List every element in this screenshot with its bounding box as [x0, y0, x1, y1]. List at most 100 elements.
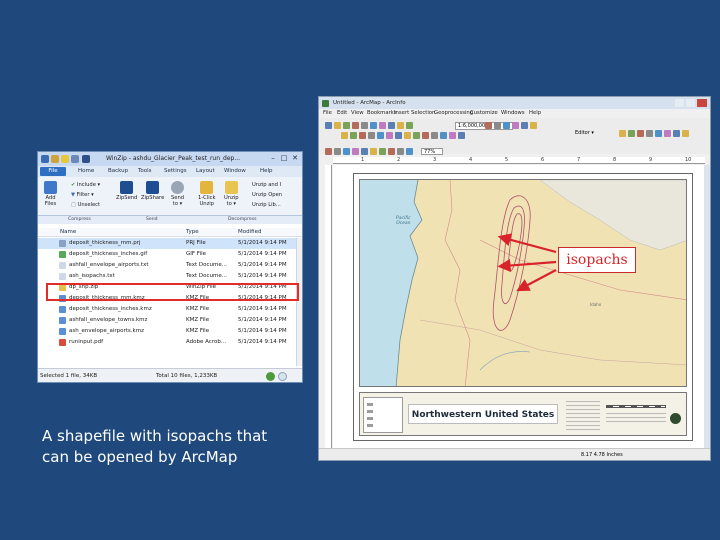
editor-tool-icon[interactable]	[646, 130, 653, 137]
unzip-install-button[interactable]: Unzip and I	[252, 182, 281, 188]
toolbar-button-icon[interactable]	[334, 122, 341, 129]
zip-send-button[interactable]: ZipSend	[116, 181, 137, 201]
table-row[interactable]: ash_envelope_airports.kmz KMZ File 5/1/201…	[38, 326, 302, 337]
layout-tool-icon[interactable]	[388, 148, 395, 155]
toolbar-button-icon[interactable]	[413, 132, 420, 139]
toolbar-button-icon[interactable]	[386, 132, 393, 139]
layout-tool-icon[interactable]	[370, 148, 377, 155]
editor-tool-icon[interactable]	[628, 130, 635, 137]
layout-tool-icon[interactable]	[343, 148, 350, 155]
column-name[interactable]: Name	[60, 228, 160, 237]
menu-view[interactable]: View	[351, 109, 364, 118]
menu-customize[interactable]: Customize	[470, 109, 498, 118]
save-icon[interactable]	[71, 155, 79, 163]
editor-tool-icon[interactable]	[682, 130, 689, 137]
new-zip-icon[interactable]	[61, 155, 69, 163]
toolbar-button-icon[interactable]	[350, 132, 357, 139]
editor-menu[interactable]: Editor ▾	[575, 130, 594, 136]
toolbar-button-icon[interactable]	[341, 132, 348, 139]
table-row[interactable]: deposit_thickness_inches.kmz KMZ File 5/1/…	[38, 304, 302, 315]
layout-tool-icon[interactable]	[334, 148, 341, 155]
toolbar-button-icon[interactable]	[440, 132, 447, 139]
toolbar-button-icon[interactable]	[404, 132, 411, 139]
one-click-unzip-button[interactable]: 1-Click Unzip	[198, 181, 216, 207]
arcmap-side-panel[interactable]	[704, 165, 710, 448]
unzip-lib-button[interactable]: Unzip Lib...	[252, 202, 281, 208]
include-button[interactable]: ✔ Include ▾	[71, 182, 100, 188]
toolbar-button-icon[interactable]	[512, 122, 519, 129]
zip-z-icon[interactable]	[82, 155, 90, 163]
tab-tools[interactable]: Tools	[138, 166, 152, 177]
toolbar-button-icon[interactable]	[395, 132, 402, 139]
layout-tool-icon[interactable]	[325, 148, 332, 155]
menu-edit[interactable]: Edit	[337, 109, 347, 118]
tab-help[interactable]: Help	[260, 166, 273, 177]
layout-tool-icon[interactable]	[406, 148, 413, 155]
toolbar-button-icon[interactable]	[377, 132, 384, 139]
toolbar-button-icon[interactable]	[352, 122, 359, 129]
menu-help[interactable]: Help	[529, 109, 541, 118]
toolbar-button-icon[interactable]	[368, 132, 375, 139]
toolbar-button-icon[interactable]	[431, 132, 438, 139]
menu-bookmarks[interactable]: Bookmarks	[367, 109, 397, 118]
toolbar-button-icon[interactable]	[521, 122, 528, 129]
toolbar-button-icon[interactable]	[406, 122, 413, 129]
table-row[interactable]: ash_isopachs.txt Text Docume... 5/1/2014 9…	[38, 271, 302, 282]
column-type[interactable]: Type	[186, 228, 226, 237]
menu-insert[interactable]: Insert	[394, 109, 409, 118]
tab-home[interactable]: Home	[78, 166, 94, 177]
toolbar-button-icon[interactable]	[379, 122, 386, 129]
menu-windows[interactable]: Windows	[501, 109, 525, 118]
minimize-button[interactable]: –	[268, 154, 278, 163]
arcmap-minimize-button[interactable]	[675, 99, 684, 107]
toolbar-button-icon[interactable]	[485, 122, 492, 129]
toolbar-button-icon[interactable]	[503, 122, 510, 129]
arcmap-close-button[interactable]	[697, 99, 707, 107]
filter-button[interactable]: ▼ Filter ▾	[71, 192, 94, 198]
table-row[interactable]: ashfall_envelope_towns.kmz KMZ File 5/1/20…	[38, 315, 302, 326]
close-button[interactable]: ✕	[290, 154, 300, 163]
toolbar-button-icon[interactable]	[449, 132, 456, 139]
editor-tool-icon[interactable]	[673, 130, 680, 137]
unzip-open-button[interactable]: Unzip Open	[252, 192, 282, 198]
toolbar-button-icon[interactable]	[494, 122, 501, 129]
tab-window[interactable]: Window	[224, 166, 246, 177]
tab-backup[interactable]: Backup	[108, 166, 128, 177]
menu-selection[interactable]: Selection	[411, 109, 435, 118]
toolbar-button-icon[interactable]	[530, 122, 537, 129]
menu-file[interactable]: File	[323, 109, 332, 118]
layout-tool-icon[interactable]	[352, 148, 359, 155]
tab-settings[interactable]: Settings	[164, 166, 187, 177]
editor-tool-icon[interactable]	[655, 130, 662, 137]
layout-tool-icon[interactable]	[379, 148, 386, 155]
toolbar-button-icon[interactable]	[361, 122, 368, 129]
toolbar-button-icon[interactable]	[325, 122, 332, 129]
toolbar-button-icon[interactable]	[397, 122, 404, 129]
layout-zoom-input[interactable]: 77%	[421, 148, 443, 155]
send-to-button[interactable]: Send to ▾	[171, 181, 184, 207]
layout-tool-icon[interactable]	[361, 148, 368, 155]
zip-share-button[interactable]: ZipShare	[141, 181, 164, 201]
unzip-to-button[interactable]: Unzip to ▾	[224, 181, 239, 207]
add-files-button[interactable]: Add Files	[44, 181, 57, 207]
file-tab[interactable]: File	[40, 167, 66, 176]
open-icon[interactable]	[51, 155, 59, 163]
layout-canvas[interactable]: Pacific Ocean Idaho Northwestern United …	[333, 165, 705, 448]
toolbar-button-icon[interactable]	[343, 122, 350, 129]
column-modified[interactable]: Modified	[238, 228, 288, 237]
layout-tool-icon[interactable]	[397, 148, 404, 155]
toolbar-button-icon[interactable]	[458, 132, 465, 139]
toolbar-button-icon[interactable]	[422, 132, 429, 139]
table-row[interactable]: deposit_thickness_inches.gif GIF File 5/1/…	[38, 249, 302, 260]
table-row[interactable]: ashfall_envelope_airports.txt Text Docume…	[38, 260, 302, 271]
editor-tool-icon[interactable]	[619, 130, 626, 137]
table-row[interactable]: runinput.pdf Adobe Acrob... 5/1/2014 9:14 …	[38, 337, 302, 348]
editor-tool-icon[interactable]	[664, 130, 671, 137]
toolbar-button-icon[interactable]	[388, 122, 395, 129]
unselect-button[interactable]: □ Unselect	[71, 202, 100, 208]
tab-layout[interactable]: Layout	[196, 166, 215, 177]
file-list-scrollbar[interactable]	[296, 238, 302, 366]
menu-geoprocessing[interactable]: Geoprocessing	[434, 109, 473, 118]
toolbar-button-icon[interactable]	[370, 122, 377, 129]
arcmap-maximize-button[interactable]	[686, 99, 695, 107]
